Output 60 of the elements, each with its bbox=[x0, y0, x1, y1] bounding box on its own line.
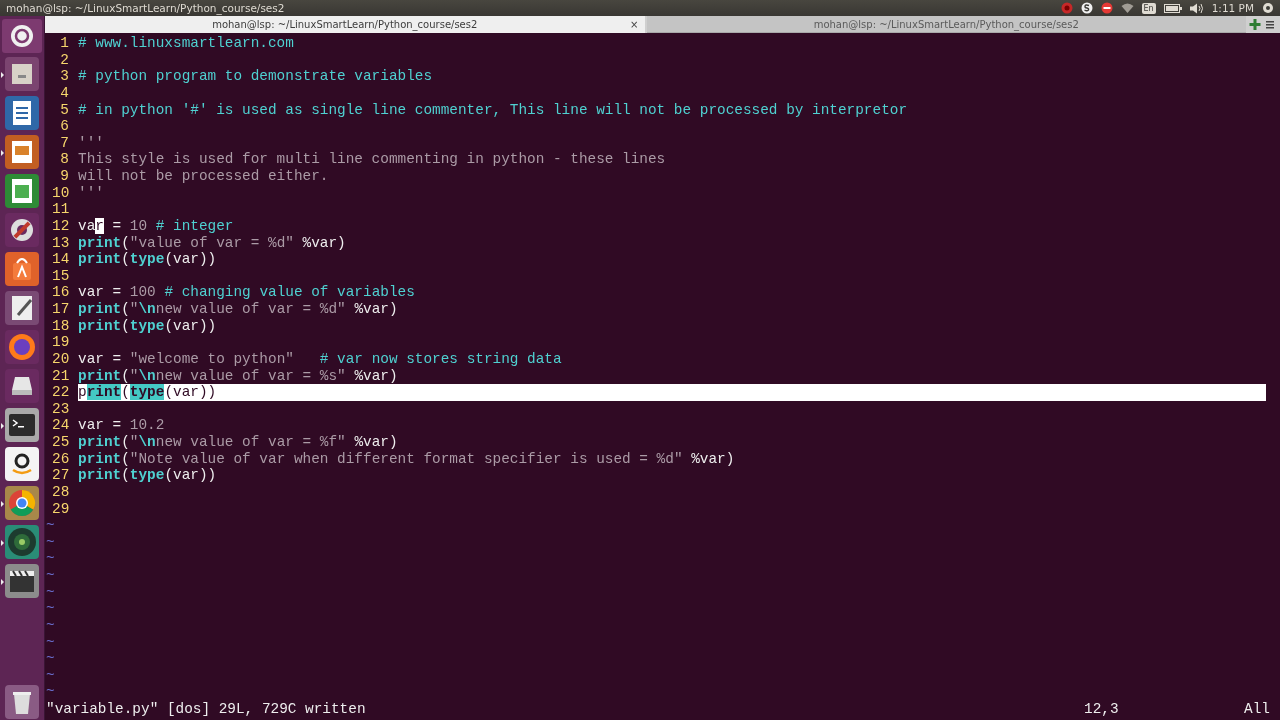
terminal-icon[interactable] bbox=[4, 407, 40, 443]
code-line: print(type(var)) bbox=[78, 467, 217, 484]
terminal-tab[interactable]: mohan@lsp: ~/LinuxSmartLearn/Python_course/ses2 × bbox=[45, 16, 645, 33]
shopping-bag-icon[interactable] bbox=[4, 251, 40, 287]
code-line: print(type(var)) bbox=[78, 251, 217, 268]
code-line: var = 10 # integer bbox=[78, 217, 234, 235]
code-line: print("\nnew value of var = %s" %var) bbox=[78, 367, 398, 385]
scroll-position: All bbox=[1244, 701, 1271, 718]
disk-drive-icon[interactable] bbox=[4, 368, 40, 404]
camera-lens-icon[interactable] bbox=[4, 524, 40, 560]
trash-icon[interactable] bbox=[4, 684, 40, 720]
code-line: # python program to demonstrate variables bbox=[78, 68, 433, 85]
battery-icon[interactable] bbox=[1163, 3, 1182, 13]
code-line: ''' bbox=[78, 184, 104, 202]
empty-line-marker: ~ bbox=[45, 683, 55, 700]
chat-app-icon[interactable] bbox=[1080, 2, 1093, 14]
code-line: print("value of var = %d" %var) bbox=[78, 234, 346, 252]
code-line: print("\nnew value of var = %f" %var) bbox=[78, 434, 398, 451]
code-line: will not be processed either. bbox=[78, 168, 329, 185]
globe-icon[interactable] bbox=[4, 329, 40, 365]
keyboard-layout-indicator[interactable]: En bbox=[1141, 2, 1156, 14]
code-line: var = "welcome to python" # var now stores string data bbox=[78, 350, 562, 368]
document-icon[interactable] bbox=[4, 95, 40, 131]
presentation-icon[interactable] bbox=[4, 134, 40, 170]
window-title: mohan@lsp: ~/LinuxSmartLearn/Python_course/ses2 bbox=[6, 2, 286, 14]
empty-line-marker: ~ bbox=[45, 633, 55, 651]
code-line: # www.linuxsmartlearn.com bbox=[78, 35, 294, 52]
file-cabinet-icon[interactable] bbox=[4, 56, 40, 92]
no-entry-icon[interactable] bbox=[1100, 2, 1113, 14]
line-number: 22 bbox=[45, 384, 78, 401]
empty-line-marker: ~ bbox=[45, 616, 55, 634]
status-message: "variable.py" [dos] 29L, 729C written bbox=[45, 701, 367, 718]
empty-line-marker: ~ bbox=[45, 583, 55, 601]
empty-line-marker: ~ bbox=[45, 650, 55, 667]
code-line: var = 10.2 bbox=[78, 417, 165, 434]
code-line: This style is used for multi line commenting in python - these lines bbox=[78, 151, 666, 168]
code-line: ''' bbox=[78, 134, 104, 152]
code-line: # in python '#' is used as single line commenter, This line will not be processed by interpretor bbox=[78, 101, 908, 119]
empty-line-marker: ~ bbox=[45, 533, 55, 551]
code-line: print(type(var)) bbox=[78, 384, 217, 401]
clock[interactable]: 1:11 PM bbox=[1211, 2, 1254, 14]
close-icon[interactable]: × bbox=[630, 19, 639, 30]
code-line: var = 100 # changing value of variables bbox=[78, 284, 415, 301]
ubuntu-logo-icon[interactable] bbox=[2, 19, 42, 53]
wifi-icon[interactable] bbox=[1120, 2, 1134, 14]
empty-line-marker: ~ bbox=[45, 550, 55, 567]
cursor-position: 12,3 bbox=[1084, 701, 1120, 718]
volume-icon[interactable] bbox=[1189, 2, 1204, 14]
terminal-tab[interactable]: mohan@lsp: ~/LinuxSmartLearn/Python_course/ses2 bbox=[646, 16, 1246, 33]
empty-line-marker: ~ bbox=[45, 666, 55, 684]
clapperboard-icon[interactable] bbox=[4, 563, 40, 599]
code-line: print("Note value of var when different format specifier is used = %d" %var) bbox=[78, 450, 735, 468]
code-line: print(type(var)) bbox=[78, 317, 217, 335]
empty-line-marker: ~ bbox=[45, 567, 55, 584]
text-editor-icon[interactable] bbox=[4, 290, 40, 326]
browser-icon[interactable] bbox=[4, 485, 40, 521]
empty-line-marker: ~ bbox=[45, 517, 55, 534]
code-line: print("\nnew value of var = %d" %var) bbox=[78, 301, 398, 318]
spreadsheet-icon[interactable] bbox=[4, 173, 40, 209]
empty-line-marker: ~ bbox=[45, 600, 55, 617]
